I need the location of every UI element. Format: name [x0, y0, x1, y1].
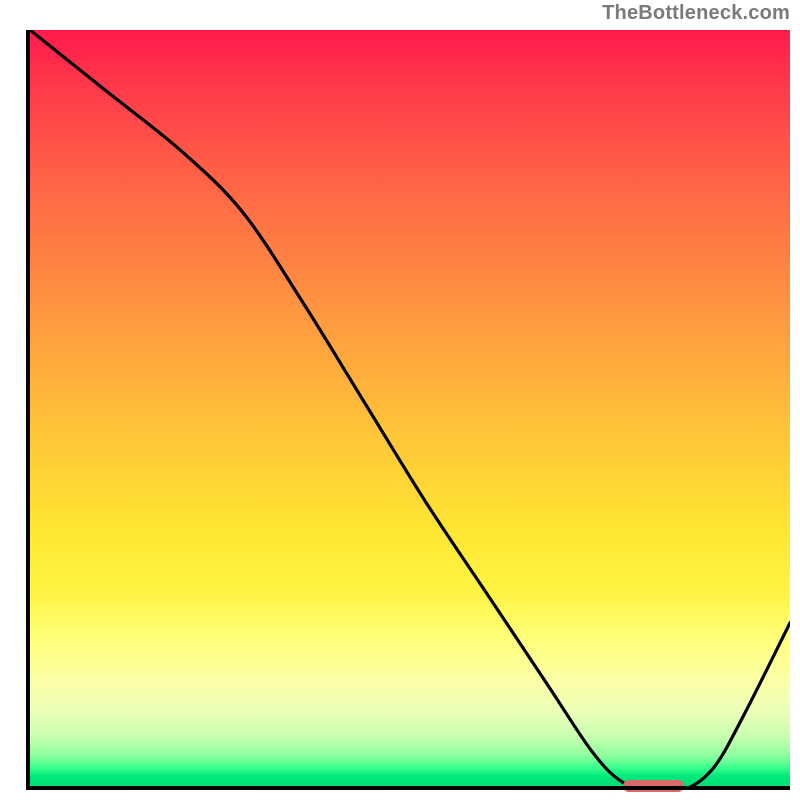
bottleneck-curve	[30, 30, 790, 790]
y-axis	[26, 30, 30, 790]
attribution-text: TheBottleneck.com	[602, 2, 790, 25]
x-axis	[26, 786, 790, 790]
chart-plot-area	[30, 30, 790, 790]
